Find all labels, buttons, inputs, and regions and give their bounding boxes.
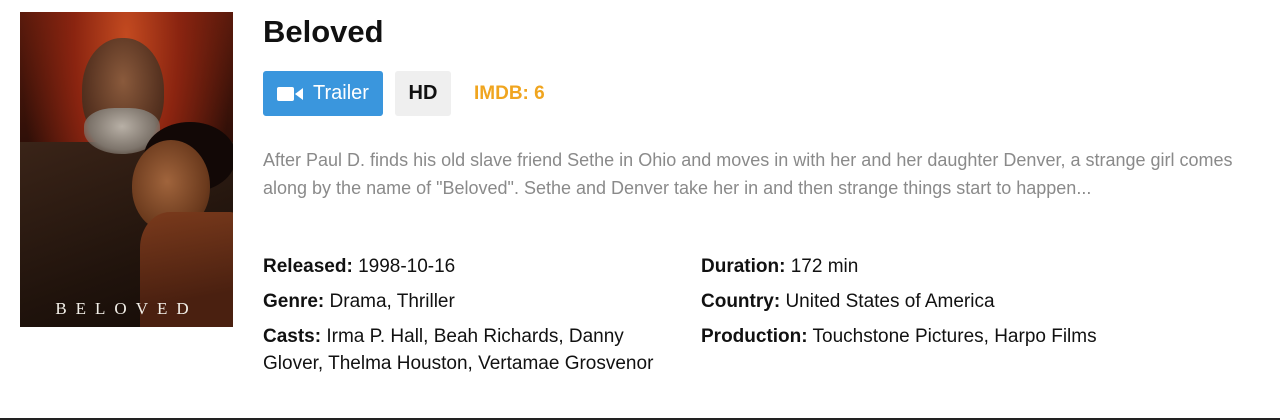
- detail-key: Genre:: [263, 291, 325, 312]
- detail-casts: Casts: Irma P. Hall, Beah Richards, Dann…: [263, 323, 663, 377]
- imdb-label: IMDB:: [474, 82, 529, 104]
- detail-released: Released: 1998-10-16: [263, 253, 663, 280]
- detail-value: Touchstone Pictures, Harpo Films: [812, 326, 1097, 347]
- detail-key: Duration:: [701, 256, 786, 277]
- detail-value: United States of America: [785, 291, 995, 312]
- quality-badge: HD: [395, 71, 451, 116]
- imdb-rating: IMDB: 6: [474, 83, 545, 105]
- detail-value: Irma P. Hall, Beah Richards, Danny Glove…: [263, 326, 654, 374]
- detail-production: Production: Touchstone Pictures, Harpo F…: [701, 323, 1261, 350]
- action-row: Trailer HD IMDB: 6: [263, 71, 545, 116]
- trailer-button[interactable]: Trailer: [263, 71, 383, 116]
- details-right: Duration: 172 min Country: United States…: [701, 253, 1261, 358]
- detail-key: Released:: [263, 256, 353, 277]
- detail-key: Casts:: [263, 326, 322, 347]
- detail-country: Country: United States of America: [701, 288, 1261, 315]
- detail-key: Production:: [701, 326, 808, 347]
- detail-value: 1998-10-16: [358, 256, 456, 277]
- video-camera-icon: [277, 86, 304, 101]
- movie-description: After Paul D. finds his old slave friend…: [263, 150, 1233, 198]
- poster-title: BELOVED: [55, 299, 198, 318]
- detail-key: Country:: [701, 291, 781, 312]
- imdb-value: 6: [534, 82, 545, 104]
- detail-value: Drama, Thriller: [329, 291, 455, 312]
- trailer-label: Trailer: [313, 82, 369, 104]
- movie-poster[interactable]: BELOVED: [20, 12, 233, 327]
- details-left: Released: 1998-10-16 Genre: Drama, Thril…: [263, 253, 663, 385]
- detail-value: 172 min: [790, 256, 859, 277]
- detail-genre: Genre: Drama, Thriller: [263, 288, 663, 315]
- detail-duration: Duration: 172 min: [701, 253, 1261, 280]
- movie-title: Beloved: [263, 14, 384, 49]
